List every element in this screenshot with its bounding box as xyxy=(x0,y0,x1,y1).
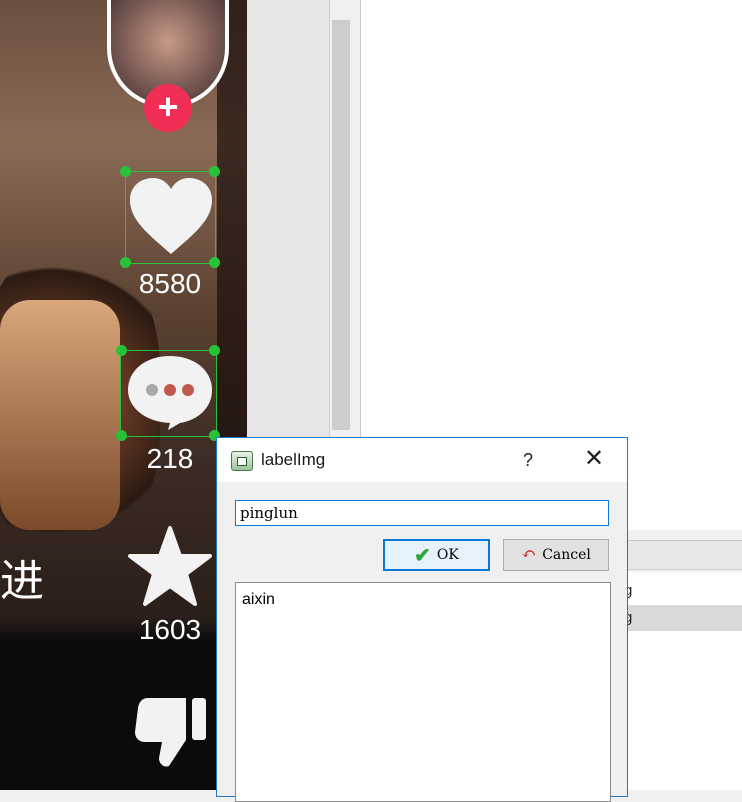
canvas-margin xyxy=(247,0,329,440)
list-item[interactable]: aixin xyxy=(242,591,275,609)
video-car-mirror xyxy=(0,300,120,530)
video-bottom-bar xyxy=(0,640,247,790)
label-input[interactable] xyxy=(235,500,609,526)
close-button[interactable]: ✕ xyxy=(579,444,609,474)
list-item[interactable]: g xyxy=(610,605,742,631)
cancel-label: Cancel xyxy=(542,547,591,563)
bbox-handle[interactable] xyxy=(209,166,220,177)
follow-plus-button[interactable]: + xyxy=(144,84,192,132)
annotation-bbox-comment xyxy=(120,350,217,437)
checkmark-icon: ✔ xyxy=(414,543,431,567)
bbox-handle[interactable] xyxy=(209,345,220,356)
video-caption-text: 进 xyxy=(0,556,44,607)
like-count: 8580 xyxy=(138,268,202,299)
comment-count: 218 xyxy=(146,443,194,474)
undo-arrow-icon: ↶ xyxy=(521,544,537,565)
file-list-header xyxy=(610,540,742,570)
ok-button[interactable]: ✔ OK xyxy=(383,539,490,571)
bbox-handle[interactable] xyxy=(116,430,127,441)
star-icon[interactable] xyxy=(128,526,212,606)
bbox-handle[interactable] xyxy=(116,345,127,356)
app-icon xyxy=(231,451,253,471)
ok-label: OK xyxy=(436,547,459,563)
scrollbar-thumb[interactable] xyxy=(332,20,350,430)
bbox-handle[interactable] xyxy=(209,257,220,268)
help-button[interactable]: ? xyxy=(513,447,543,473)
annotation-bbox-like xyxy=(125,171,216,264)
bbox-handle[interactable] xyxy=(120,166,131,177)
thumbs-down-icon[interactable] xyxy=(134,696,208,770)
list-item[interactable]: g xyxy=(610,578,742,604)
bbox-handle[interactable] xyxy=(120,257,131,268)
cancel-button[interactable]: ↶ Cancel xyxy=(503,539,609,571)
label-dialog: labelImg ? ✕ ✔ OK ↶ Cancel aixin xyxy=(216,437,628,802)
label-history-list: aixin xyxy=(235,582,611,802)
dialog-title: labelImg xyxy=(261,450,326,469)
dialog-titlebar[interactable]: labelImg ? ✕ xyxy=(217,438,627,482)
favorite-count: 1603 xyxy=(138,614,202,645)
